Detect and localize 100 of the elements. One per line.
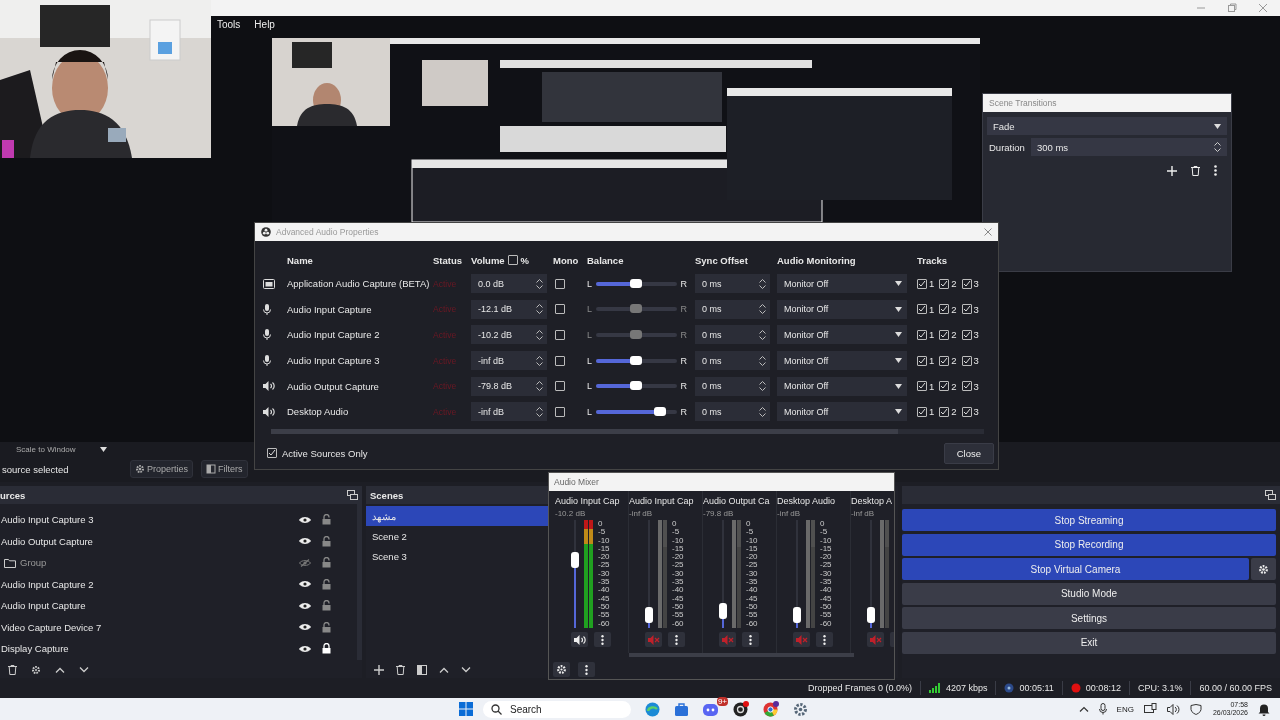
track-checkbox[interactable] [939,278,950,289]
undock-icon[interactable] [1265,490,1276,500]
source-item[interactable]: Video Capture Device 7 [0,621,296,633]
balance-slider[interactable] [596,281,677,286]
spin-arrows-icon[interactable] [759,354,766,367]
volume-fader[interactable] [793,520,801,628]
search-field[interactable]: Search [483,700,631,718]
move-down-icon[interactable] [461,666,471,673]
slider-thumb[interactable] [630,381,643,391]
restore-icon[interactable] [1226,3,1237,13]
close-icon[interactable] [984,228,992,236]
monitoring-dropdown[interactable]: Monitor Off [777,274,907,294]
recorder-app-icon[interactable] [733,701,749,717]
filters-button[interactable]: Filters [201,460,248,478]
monitoring-dropdown[interactable]: Monitor Off [777,402,907,422]
move-up-icon[interactable] [55,666,65,673]
unlock-icon[interactable] [322,621,331,633]
mono-checkbox[interactable] [555,355,565,366]
track-checkbox[interactable] [917,355,927,366]
source-item[interactable]: Audio Output Capture [0,535,296,547]
track-checkbox[interactable] [961,406,972,417]
track-checkbox[interactable] [939,381,950,392]
fader-thumb[interactable] [867,607,875,624]
track-checkbox[interactable] [939,406,950,417]
control-button[interactable]: Studio Mode [902,582,1276,605]
chevron-up-icon[interactable] [1078,706,1089,712]
volume-fader[interactable] [571,520,579,628]
monitoring-dropdown[interactable]: Monitor Off [777,299,907,319]
volume-fader[interactable] [645,520,653,628]
chat-app-icon[interactable] [703,701,719,717]
fader-thumb[interactable] [719,602,727,619]
store-icon[interactable] [674,701,689,717]
browser-icon[interactable] [645,701,660,717]
speaker-icon[interactable] [1166,703,1180,715]
source-item[interactable]: Audio Input Capture 3 [0,514,296,526]
spin-arrows-icon[interactable] [759,380,766,393]
unlock-icon[interactable] [322,514,331,526]
spin-arrows-icon[interactable] [759,405,766,418]
lock-icon[interactable] [322,643,331,655]
control-button[interactable]: Settings [902,607,1276,629]
close-icon[interactable] [1257,3,1268,13]
settings-icon[interactable] [793,701,808,717]
fader-thumb[interactable] [645,607,653,624]
volume-fader[interactable] [867,520,875,628]
transition-dropdown[interactable]: Fade [987,117,1227,135]
volume-fader[interactable] [719,520,727,628]
track-checkbox[interactable] [939,304,950,315]
volume-field[interactable]: -inf dB [471,351,547,371]
fader-thumb[interactable] [571,552,579,569]
language-indicator[interactable]: ENG [1116,704,1134,714]
volume-field[interactable]: -10.2 dB [471,325,547,345]
track-checkbox[interactable] [961,278,972,289]
undock-icon[interactable] [347,490,358,500]
balance-slider[interactable] [596,409,677,414]
track-checkbox[interactable] [939,330,950,340]
properties-button[interactable]: Properties [130,460,194,478]
network-icon[interactable] [1143,703,1157,715]
hidden-eye-icon[interactable] [299,558,311,567]
track-checkbox[interactable] [939,355,950,366]
volume-field[interactable]: -inf dB [471,402,547,422]
sync-offset-field[interactable]: 0 ms [695,376,770,396]
control-button[interactable]: Stop Streaming [902,509,1276,531]
monitoring-dropdown[interactable]: Monitor Off [777,376,907,396]
monitoring-dropdown[interactable]: Monitor Off [777,325,907,345]
speaker-button[interactable] [571,632,588,647]
control-button[interactable]: Stop Virtual Camera [902,558,1249,580]
fader-thumb[interactable] [793,607,801,624]
notification-icon[interactable] [1258,702,1270,716]
spin-arrows-icon[interactable] [759,329,766,341]
source-item[interactable]: Audio Input Capture 2 [0,578,296,590]
scene-item[interactable]: Scene 3 [366,546,550,566]
track-checkbox[interactable] [917,304,927,315]
delete-icon[interactable] [396,664,405,675]
settings-button[interactable] [553,662,570,677]
spin-arrows-icon[interactable] [536,354,543,367]
sync-offset-field[interactable]: 0 ms [695,325,770,345]
menu-item[interactable]: Help [254,18,275,30]
track-checkbox[interactable] [917,330,927,340]
more-icon[interactable] [1214,165,1217,176]
balance-slider[interactable] [596,358,677,363]
mono-checkbox[interactable] [555,381,565,392]
source-item[interactable]: Audio Input Capture [0,600,296,612]
sync-offset-field[interactable]: 0 ms [695,402,770,422]
volume-field[interactable]: -79.8 dB [471,376,547,396]
eye-icon[interactable] [299,515,311,524]
spin-arrows-icon[interactable] [536,405,543,418]
track-checkbox[interactable] [961,304,972,315]
active-only-checkbox[interactable] [267,448,277,458]
eye-icon[interactable] [299,623,311,632]
microphone-icon[interactable] [1098,703,1107,715]
track-checkbox[interactable] [917,406,927,417]
control-button[interactable]: Exit [902,631,1276,654]
duration-field[interactable]: 300 ms [1030,138,1227,156]
move-down-icon[interactable] [79,666,89,673]
menu-item[interactable]: Tools [217,18,241,30]
scale-dropdown[interactable]: Scale to Window [14,444,109,454]
spin-arrows-icon[interactable] [536,303,543,316]
unlock-icon[interactable] [322,600,331,612]
slider-thumb[interactable] [630,330,643,339]
filter-icon[interactable] [417,664,427,675]
